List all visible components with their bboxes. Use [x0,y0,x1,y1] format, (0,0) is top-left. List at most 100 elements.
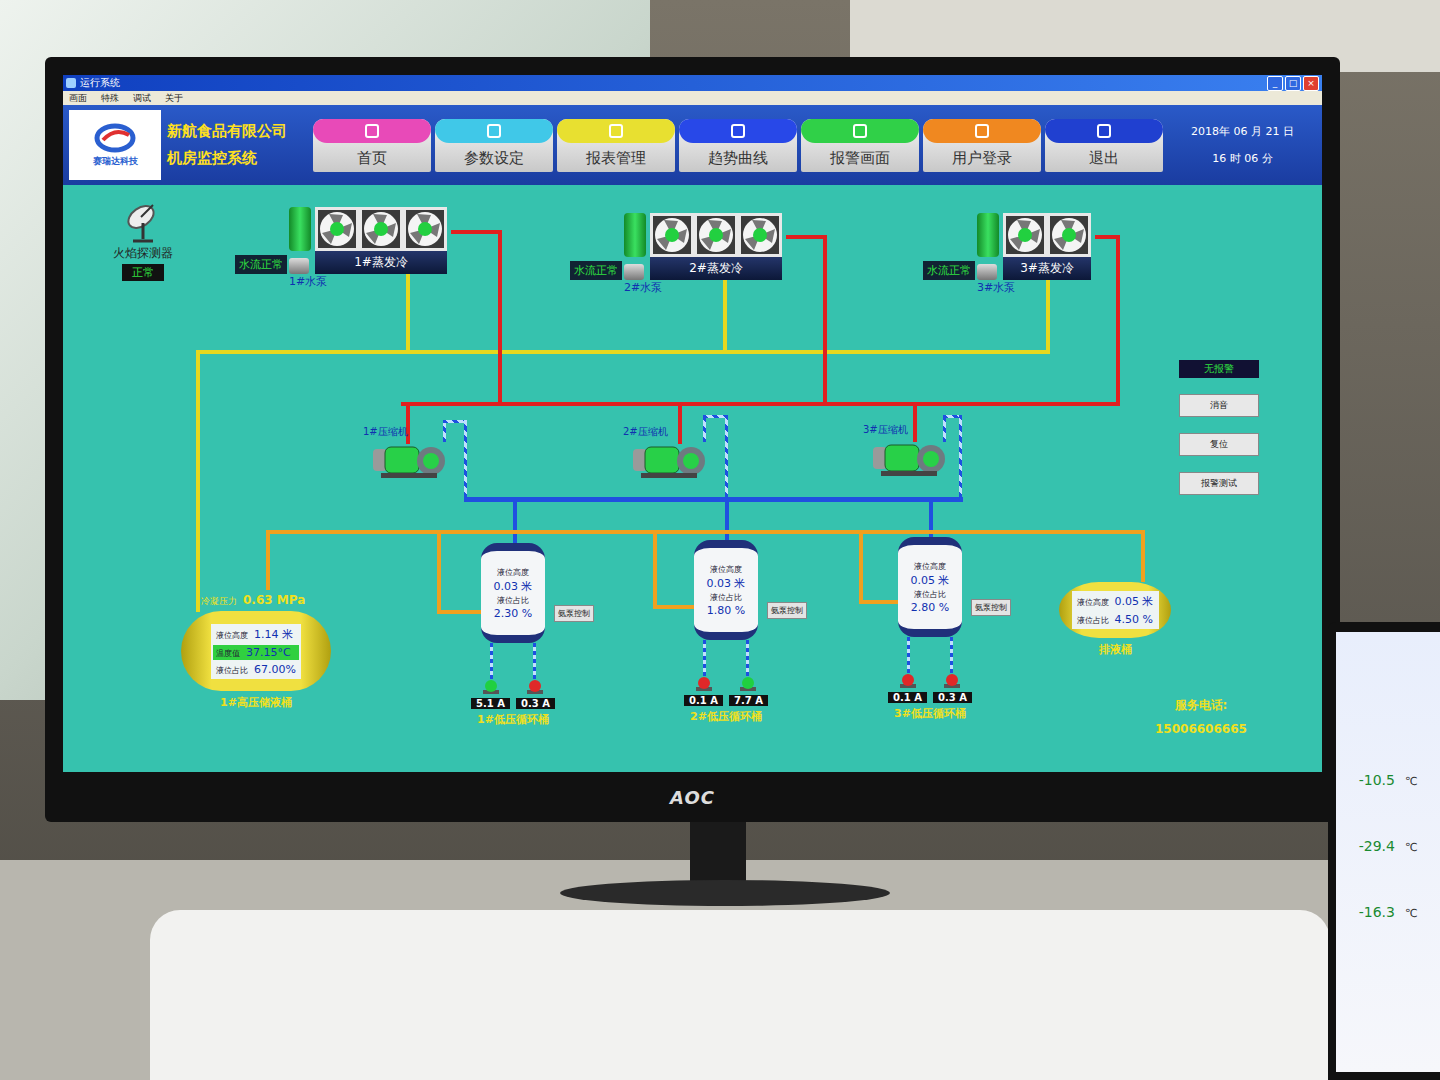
fan-row [315,207,447,251]
nav-cap [313,119,431,143]
evaporative-condenser: 水流正常 3#蒸发冷 3#水泵 [907,213,1091,295]
fan-row [650,213,782,257]
low-pressure-barrel: 液位高度 0.03 米 液位占比 2.30 % 氨泵控制 5.1 A0.3 A … [448,543,578,727]
water-pump-icon [289,258,309,274]
pipe [443,420,446,442]
low-pressure-barrel: 液位高度 0.05 米 液位占比 2.80 % 氨泵控制 0.1 A0.3 A … [865,537,995,721]
water-pump-icon [977,264,997,280]
menu-item[interactable]: 关于 [165,92,183,105]
fan-icon [317,209,357,249]
alarm-status: 无报警 [1179,360,1259,378]
level-label: 液位高度 [497,567,529,578]
window-control-button[interactable]: _ [1267,76,1283,91]
water-pump-label: 3#水泵 [977,280,1091,295]
condenser-name: 1#蒸发冷 [315,251,447,274]
pump-control-button[interactable]: 氨泵控制 [554,605,594,622]
nav-glyph-icon [609,124,623,138]
pipe [653,605,694,609]
menu-bar: 画面 特殊 调试 关于 [63,91,1322,105]
logo: 赛瑞达科技 [69,110,161,180]
ratio-value: 2.80 % [911,601,949,614]
nav-glyph-icon [731,124,745,138]
water-pump-label: 1#水泵 [289,274,447,289]
nav-glyph-icon [365,124,379,138]
window-title: 运行系统 [80,76,1263,90]
menu-item[interactable]: 特殊 [101,92,119,105]
pump-control-button[interactable]: 氨泵控制 [971,599,1011,616]
logo-icon [93,123,137,153]
pump-current: 5.1 A [471,698,510,709]
pump-icon [481,679,501,695]
alarm-button[interactable]: 报警测试 [1179,472,1259,495]
flame-detector: 火焰探测器 正常 [103,199,183,281]
reading-value: -16.3 [1359,904,1395,920]
company-block: 新航食品有限公司 机房监控系统 [167,122,307,168]
evaporative-condenser: 水流正常 1#蒸发冷 1#水泵 [219,207,447,289]
water-flow-status: 水流正常 [235,255,287,274]
alarm-button[interactable]: 复位 [1179,433,1259,456]
alarm-panel: 无报警 消音复位报警测试 [1179,360,1259,495]
receiver-name: 1#高压储液桶 [220,695,292,710]
fan-icon [652,215,692,255]
pipe [653,530,657,607]
window-control-button[interactable]: □ [1285,76,1301,91]
ratio-row: 液位占比67.00% [213,662,299,677]
pipe [196,350,200,612]
compressor: 1#压缩机 [363,425,451,479]
level-row: 液位高度1.14 米 [213,626,299,643]
alarm-button[interactable]: 消音 [1179,394,1259,417]
pump-row [898,673,962,689]
nav-button[interactable]: 报警画面 [801,119,919,172]
nav-button[interactable]: 首页 [313,119,431,172]
nav-cap [557,119,675,143]
pipe [943,415,946,442]
level-label: 液位高度 [914,561,946,572]
pump-row [481,679,545,695]
pump-icon [898,673,918,689]
pipe [859,530,863,602]
temperature-reading: -29.4 ℃ [1359,838,1418,854]
fan-icon [740,215,780,255]
pipe [437,530,441,612]
nav-button[interactable]: 用户登录 [923,119,1041,172]
flame-detector-status: 正常 [122,264,164,281]
fan-icon [405,209,445,249]
water-flow-status: 水流正常 [923,261,975,280]
pump-icon [694,676,714,692]
pipe [950,637,953,673]
nav-glyph-icon [487,124,501,138]
pipe [725,497,729,542]
pipe [703,415,706,442]
pipe [533,643,536,679]
pipe [490,643,493,679]
ratio-value: 1.80 % [707,604,745,617]
pipe [725,415,728,497]
nav-button[interactable]: 报表管理 [557,119,675,172]
pump-current: 0.1 A [888,692,927,703]
pump-control-button[interactable]: 氨泵控制 [767,602,807,619]
logo-text: 赛瑞达科技 [93,155,138,168]
temperature-row: 温度值37.15°C [213,645,299,660]
reading-unit: ℃ [1405,841,1417,854]
company-name: 新航食品有限公司 [167,122,307,141]
nav-label: 用户登录 [952,143,1012,168]
menu-item[interactable]: 调试 [133,92,151,105]
motor-icon [977,213,999,257]
screen: 运行系统 _□× 画面 特殊 调试 关于 赛瑞达科技 新航食品有限公司 机房监控系统 … [63,75,1322,772]
high-pressure-receiver: 冷凝压力 0.63 MPa 液位高度1.14 米 温度值37.15°C 液位占比… [181,593,331,710]
pipe [451,230,502,234]
header: 赛瑞达科技 新航食品有限公司 机房监控系统 首页 参数设定 报表管理 趋势曲线 … [63,105,1322,185]
pipe [401,402,1120,406]
pipe [266,530,270,590]
nav-bar: 首页 参数设定 报表管理 趋势曲线 报警画面 用户登录 退出 [313,119,1163,172]
menu-item[interactable]: 画面 [69,92,87,105]
current-row: 0.1 A7.7 A [684,695,768,706]
window-control-button[interactable]: × [1303,76,1319,91]
reading-value: -29.4 [1359,838,1395,854]
level-value: 0.03 米 [494,579,533,594]
ratio-value: 2.30 % [494,607,532,620]
nav-button[interactable]: 退出 [1045,119,1163,172]
nav-button[interactable]: 参数设定 [435,119,553,172]
current-row: 0.1 A0.3 A [888,692,972,703]
nav-button[interactable]: 趋势曲线 [679,119,797,172]
